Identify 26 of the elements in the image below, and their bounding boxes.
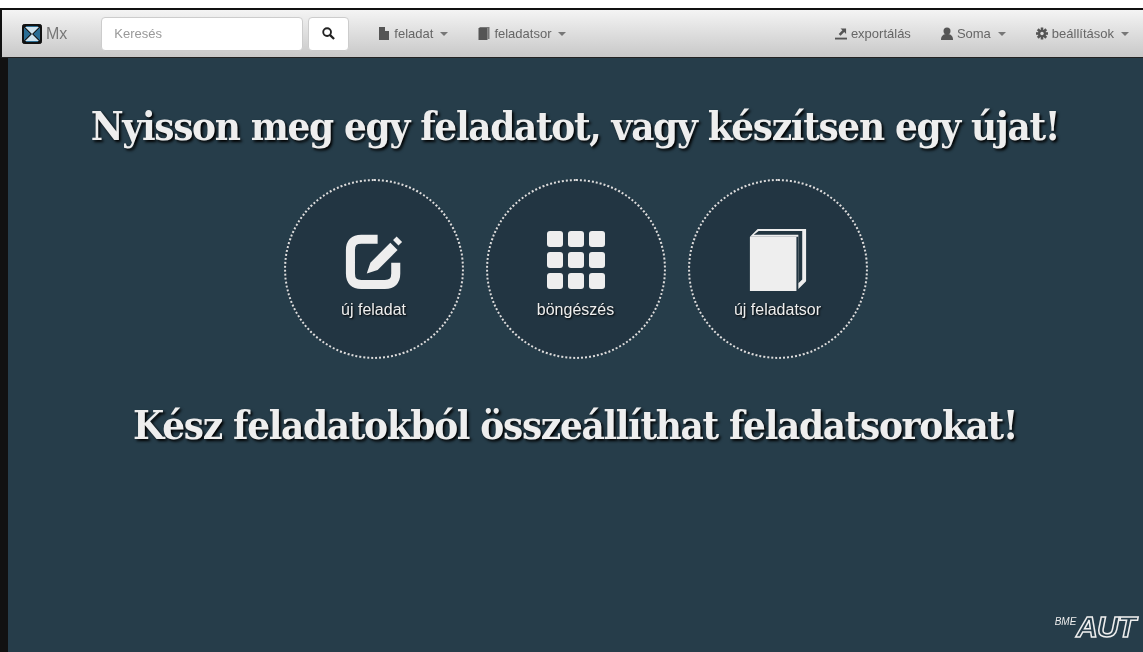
nav-menu[interactable]: feladatsor [463, 26, 582, 41]
action-button[interactable]: új feladatsor [687, 179, 868, 359]
nav-menu[interactable]: beállítások [1020, 26, 1143, 41]
headline: Nyisson meg egy feladatot, vagy készítsen egy újat! [91, 102, 1060, 149]
logo-icon [22, 23, 42, 44]
action-button[interactable]: új feladat [283, 179, 464, 359]
caret-icon [558, 31, 567, 36]
subheadline: Kész feladatokból összeállíthat feladatsorokat! [133, 401, 1018, 448]
book-icon [478, 27, 491, 40]
nav-menu[interactable]: feladat [363, 26, 464, 41]
brand-link[interactable]: Mx [22, 23, 68, 44]
search-field[interactable]: Keresés [101, 16, 304, 51]
file-icon [378, 27, 391, 40]
caret-icon [1121, 31, 1129, 36]
caret-icon [997, 31, 1006, 36]
action-button[interactable]: böngészés [485, 179, 666, 359]
nav-menu[interactable]: exportálás [819, 26, 926, 41]
book-icon [748, 229, 807, 291]
search-button[interactable] [308, 16, 350, 51]
grid-icon [546, 229, 605, 291]
search-icon [322, 27, 336, 40]
nav-menu[interactable]: Soma [925, 26, 1021, 41]
caret-icon [440, 31, 449, 36]
settings-icon [1035, 27, 1048, 40]
user-icon [940, 27, 953, 40]
export-icon [834, 27, 847, 40]
